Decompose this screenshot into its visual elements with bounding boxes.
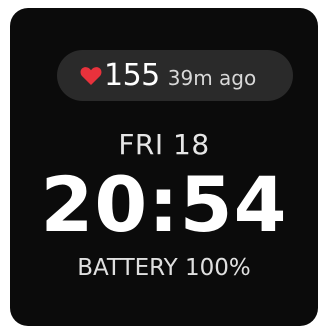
heart-rate-value: 155 [104, 58, 160, 93]
watch-face: 155 39m ago FRI 18 20:54 BATTERY 100% [10, 8, 318, 326]
heart-rate-age: 39m ago [167, 66, 257, 90]
date-label: FRI 18 [118, 128, 210, 161]
battery-status: BATTERY 100% [77, 255, 251, 281]
time-display: 20:54 [40, 160, 288, 249]
heart-rate-complication[interactable]: 155 39m ago [57, 50, 293, 101]
heart-icon [80, 66, 102, 86]
